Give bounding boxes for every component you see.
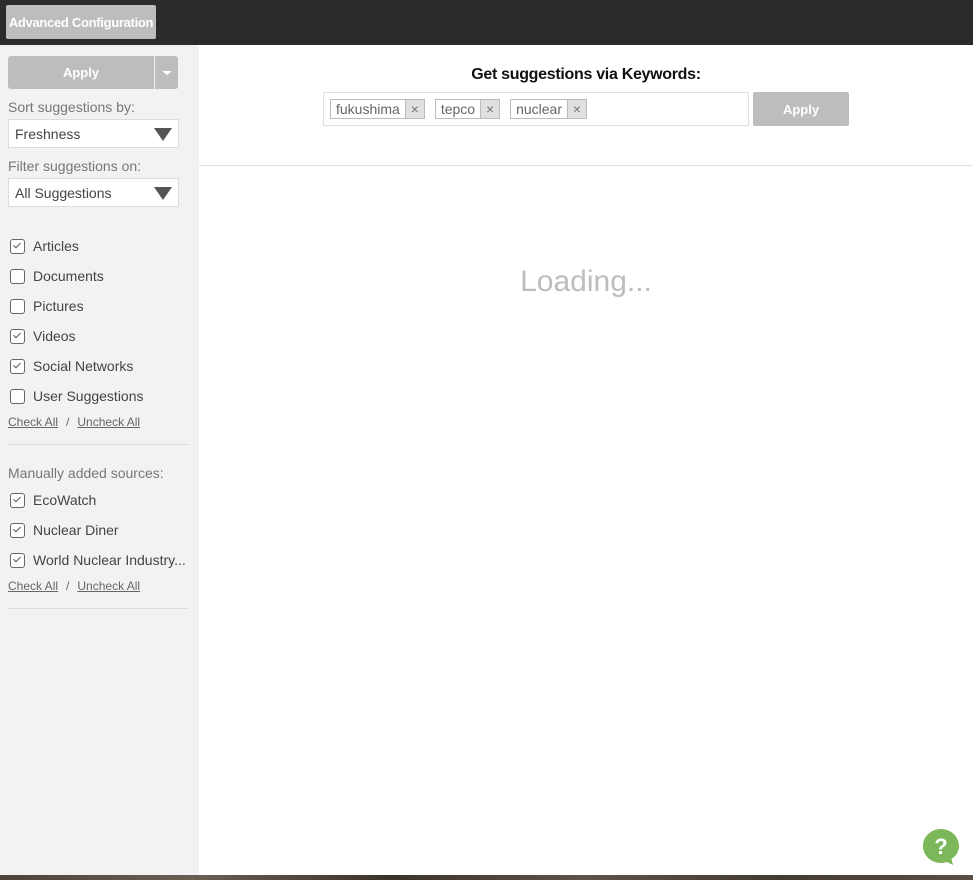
check-all-link[interactable]: Check All [8,579,58,593]
checkbox-row[interactable]: Articles [10,237,79,255]
checkbox[interactable] [10,492,25,508]
checkbox-label: Documents [33,268,104,284]
help-question-icon: ? [923,829,959,865]
checkbox[interactable] [10,358,25,374]
filter-select-value: All Suggestions [15,184,112,201]
manual-sources-label: Manually added sources: [8,465,164,481]
loading-indicator: Loading... [520,265,652,298]
checkbox-row[interactable]: EcoWatch [10,491,96,509]
top-bar: Advanced Configuration [0,0,973,45]
remove-keyword-icon[interactable]: × [566,100,586,118]
keywords-title: Get suggestions via Keywords: [471,66,701,83]
help-button[interactable]: ? [922,828,960,866]
keyword-text: tepco [435,100,481,118]
checkbox[interactable] [10,552,25,568]
filter-select[interactable]: All Suggestions [8,178,179,207]
checkbox-label: Videos [33,328,76,344]
checkbox-row[interactable]: World Nuclear Industry... [10,551,186,569]
link-separator: / [66,579,70,593]
checkbox-row[interactable]: Pictures [10,297,84,315]
checkbox-label: EcoWatch [33,492,97,508]
type-check-links: Check All / Uncheck All [8,415,140,429]
check-all-link[interactable]: Check All [8,415,58,429]
uncheck-all-link[interactable]: Uncheck All [77,415,140,429]
source-check-links: Check All / Uncheck All [8,579,140,593]
apply-button-group: Apply [8,56,178,89]
checkbox-label: Social Networks [33,358,134,374]
checkbox[interactable] [10,328,25,344]
sort-select-value: Freshness [15,125,81,142]
advanced-configuration-button[interactable]: Advanced Configuration [6,5,156,39]
checkbox[interactable] [10,298,25,314]
checkbox-row[interactable]: Social Networks [10,357,133,375]
caret-down-icon [161,70,172,75]
main-panel: Get suggestions via Keywords: fukushima ×… [199,45,973,875]
checkbox-label: Pictures [33,298,84,314]
apply-dropdown-toggle[interactable] [155,56,178,89]
svg-text:?: ? [934,834,947,859]
filter-label: Filter suggestions on: [8,158,142,174]
checkbox[interactable] [10,238,25,254]
remove-keyword-icon[interactable]: × [404,100,424,118]
divider [199,165,973,166]
checkbox-row[interactable]: Documents [10,267,104,285]
triangle-down-icon [154,187,172,200]
keyword-tag: tepco × [434,99,501,119]
link-separator: / [66,415,70,429]
sort-select[interactable]: Freshness [8,119,179,148]
checkbox-label: Nuclear Diner [33,522,119,538]
checkbox-row[interactable]: Nuclear Diner [10,521,119,539]
checkbox-row[interactable]: Videos [10,327,76,345]
checkbox-label: World Nuclear Industry... [33,552,186,568]
uncheck-all-link[interactable]: Uncheck All [77,579,140,593]
keyword-text: fukushima [331,100,405,118]
keywords-apply-button[interactable]: Apply [753,92,849,126]
background-strip [0,875,973,880]
triangle-down-icon [154,128,172,141]
divider [8,444,189,445]
remove-keyword-icon[interactable]: × [480,100,500,118]
keyword-tag: nuclear × [510,99,587,119]
checkbox[interactable] [10,522,25,538]
checkbox[interactable] [10,388,25,404]
checkbox[interactable] [10,268,25,284]
keyword-text: nuclear [511,100,567,118]
sort-label: Sort suggestions by: [8,99,135,115]
checkbox-row[interactable]: User Suggestions [10,387,144,405]
checkbox-label: Articles [33,238,79,254]
divider [8,608,189,609]
checkbox-label: User Suggestions [33,388,144,404]
sidebar-apply-button[interactable]: Apply [8,56,154,89]
keyword-tag: fukushima × [330,99,425,119]
keywords-input[interactable]: fukushima × tepco × nuclear × [323,92,749,126]
sidebar: Apply Sort suggestions by: Freshness Fil… [0,45,199,875]
